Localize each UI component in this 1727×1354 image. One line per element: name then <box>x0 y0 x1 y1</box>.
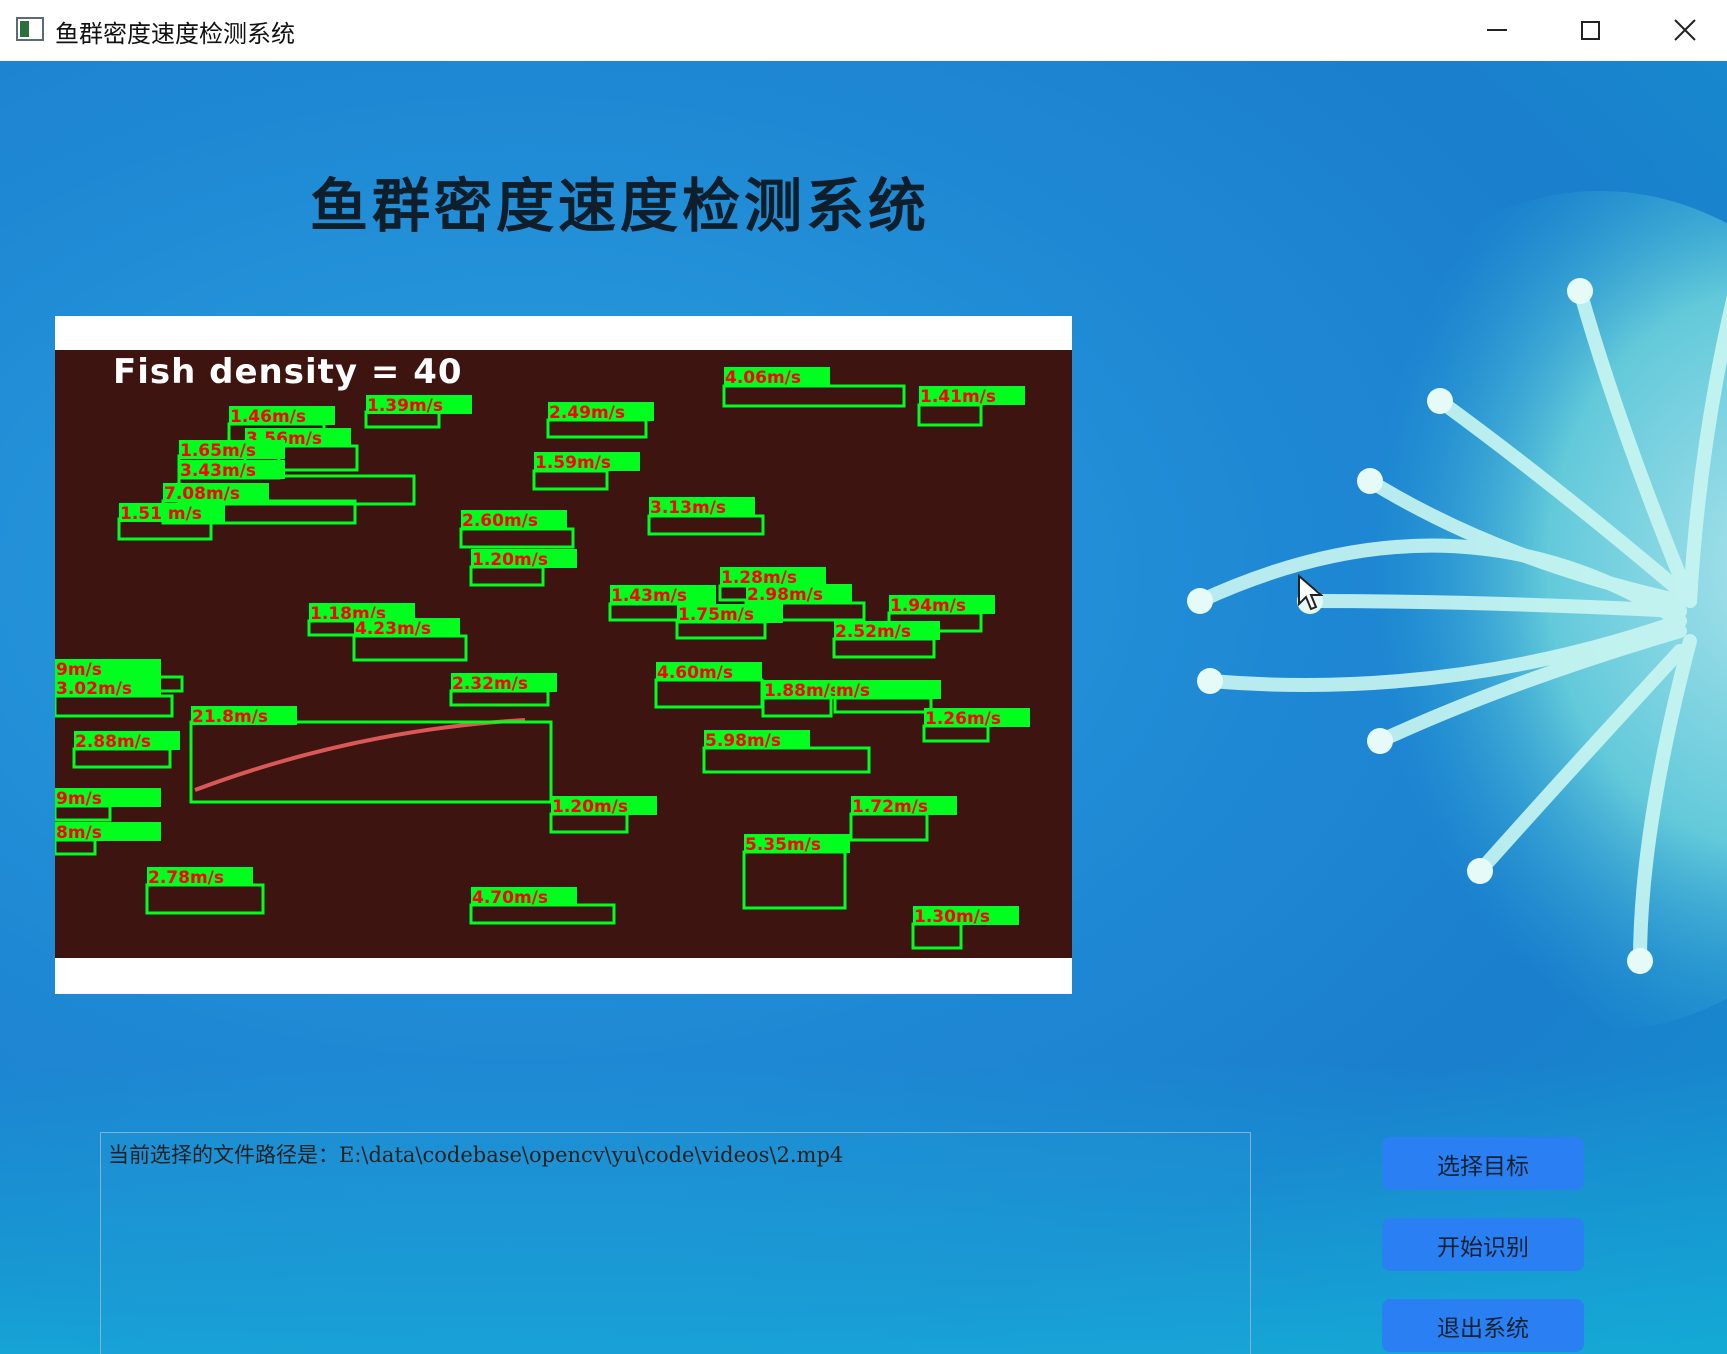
file-path-textbox[interactable]: 当前选择的文件路径是：E:\data\codebase\opencv\yu\co… <box>100 1132 1251 1354</box>
detection-speed-label: 5.35m/s <box>745 835 821 855</box>
detection-box <box>702 746 871 774</box>
detection-speed-label: 1.94m/s <box>890 596 966 616</box>
detection-box <box>145 883 265 915</box>
detection-speed-label: 9m/s <box>56 789 102 809</box>
detection-speed-label: 1.39m/s <box>367 396 443 416</box>
detection-speed-label: 1.72m/s <box>852 797 928 817</box>
detection-speed-label: 1.20m/s <box>552 797 628 817</box>
close-icon <box>1674 19 1696 41</box>
fish-density-label: Fish density = 40 <box>113 352 463 392</box>
detection-speed-label: 1.20m/s <box>472 550 548 570</box>
minimize-icon <box>1487 29 1507 31</box>
exit-system-button[interactable]: 退出系统 <box>1382 1299 1584 1352</box>
window-title: 鱼群密度速度检测系统 <box>55 20 295 48</box>
start-recognition-button[interactable]: 开始识别 <box>1382 1218 1584 1271</box>
detection-speed-label: 2.49m/s <box>549 403 625 423</box>
minimize-button[interactable] <box>1466 8 1528 52</box>
detection-box <box>849 812 929 842</box>
detection-box <box>654 678 764 709</box>
detection-speed-label: 9m/s <box>56 660 102 680</box>
detection-speed-label: 21.8m/s <box>192 707 268 727</box>
detection-box <box>608 602 686 622</box>
detection-speed-label: 2.78m/s <box>148 868 224 888</box>
detection-speed-label: 3.02m/s <box>56 679 132 699</box>
detection-speed-label: 1.65m/s <box>180 441 256 461</box>
anemone-image <box>1187 191 1727 1031</box>
detection-speed-label: 2.32m/s <box>452 674 528 694</box>
title-bar: 鱼群密度速度检测系统 <box>0 0 1727 62</box>
detection-box <box>459 527 575 549</box>
video-frame: 4.06m/s 1.41m/s 1.39m/s 2.49m/s 1.46m/s 3.56m… <box>55 350 1072 958</box>
detection-box <box>647 514 765 536</box>
detection-speed-label: 2.60m/s <box>462 511 538 531</box>
detection-speed-label: 2.88m/s <box>75 732 151 752</box>
detection-speed-label: 1.51 m/s <box>120 504 202 524</box>
detection-speed-label: 2.52m/s <box>835 622 911 642</box>
detection-box <box>532 469 609 491</box>
detection-speed-label: 4.06m/s <box>725 368 801 388</box>
mouse-cursor-icon <box>1298 574 1323 611</box>
detection-speed-label: 1.88m/s <box>764 681 840 701</box>
app-icon <box>16 17 44 41</box>
maximize-button[interactable] <box>1559 8 1621 52</box>
detection-speed-label: 1.75m/s <box>678 605 754 625</box>
detection-speed-label: 3.13m/s <box>650 498 726 518</box>
select-target-button[interactable]: 选择目标 <box>1382 1137 1584 1190</box>
detection-speed-label: 1.59m/s <box>535 453 611 473</box>
detections-overlay: 4.06m/s1.41m/s1.39m/s 2.49m/s1.46m/s3.56m… <box>55 367 1030 950</box>
detection-speed-label: 5.98m/s <box>705 731 781 751</box>
detection-speed-label: 1.26m/s <box>925 709 1001 729</box>
file-path-text: 当前选择的文件路径是：E:\data\codebase\opencv\yu\co… <box>108 1143 844 1167</box>
detection-box <box>911 922 963 950</box>
detection-box <box>55 694 174 718</box>
detection-box <box>189 720 553 804</box>
detection-speed-label: 1.41m/s <box>920 387 996 407</box>
detection-box <box>742 850 847 910</box>
detection-box <box>352 634 468 662</box>
app-window: 鱼群密度速度检测系统 鱼群密度速度检测系统 当前选择的文件路径是：E:\data… <box>0 0 1727 1354</box>
detection-speed-label: 1.30m/s <box>914 907 990 927</box>
detection-box <box>722 384 906 408</box>
detection-speed-label: 2.98m/s <box>747 585 823 605</box>
detection-speed-label: 4.60m/s <box>657 663 733 683</box>
detection-speed-label: m/s <box>836 681 870 701</box>
detection-speed-label: 8m/s <box>56 823 102 843</box>
detection-box <box>917 403 983 427</box>
detection-speed-label: 3.43m/s <box>180 461 256 481</box>
detection-speed-label: 1.43m/s <box>611 586 687 606</box>
detection-speed-label: 7.08m/s <box>164 484 240 504</box>
detection-speed-label: 4.70m/s <box>472 888 548 908</box>
detection-speed-label: 1.46m/s <box>230 407 306 427</box>
close-button[interactable] <box>1654 8 1716 52</box>
maximize-icon <box>1580 20 1600 40</box>
page-title: 鱼群密度速度检测系统 <box>310 172 931 240</box>
detection-speed-label: 4.23m/s <box>355 619 431 639</box>
